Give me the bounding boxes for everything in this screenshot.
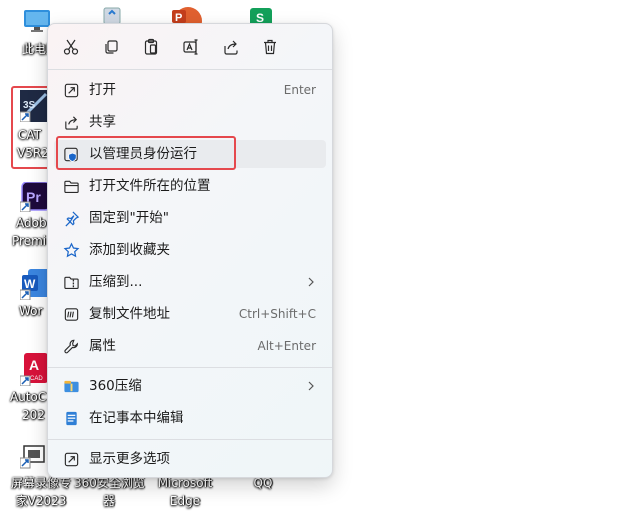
svg-text:W: W xyxy=(24,277,36,291)
notepad-icon xyxy=(62,409,80,427)
menu-item-label: 打开 xyxy=(89,82,116,98)
menu-item-label: 打开文件所在的位置 xyxy=(89,178,211,194)
clipboard-icon xyxy=(144,38,158,55)
open-icon xyxy=(62,81,80,99)
menu-item-open-file-location[interactable]: 打开文件所在的位置 xyxy=(54,172,326,200)
copy-icon xyxy=(105,40,118,54)
desktop-icon-label: Microsoft xyxy=(157,476,213,490)
menu-item-edit-in-notepad[interactable]: 在记事本中编辑 xyxy=(54,404,326,432)
pin-icon xyxy=(62,209,80,227)
share-icon xyxy=(62,113,80,131)
menu-item-add-to-favorites[interactable]: 添加到收藏夹 xyxy=(54,236,326,264)
desktop-icon-label: Premi xyxy=(12,234,47,248)
rename-icon xyxy=(183,39,198,55)
menu-item-shortcut: Ctrl+Shift+C xyxy=(238,307,316,321)
menu-item-label: 压缩到... xyxy=(89,274,143,290)
360-zip-icon xyxy=(62,377,80,395)
paste-button[interactable] xyxy=(137,34,165,60)
menu-item-compress-to[interactable]: 压缩到... xyxy=(54,268,326,296)
share-button[interactable] xyxy=(217,34,245,60)
more-options-icon xyxy=(62,450,80,468)
cut-button[interactable] xyxy=(57,34,85,60)
folder-icon xyxy=(62,177,80,195)
star-icon xyxy=(62,241,80,259)
desktop-icon-label: 屏幕录像专 xyxy=(10,476,71,490)
menu-item-properties[interactable]: 属性 Alt+Enter xyxy=(54,332,326,360)
context-menu-toolbar xyxy=(48,34,332,60)
desktop-icon-label: 器 xyxy=(102,494,115,508)
menu-item-label: 固定到"开始" xyxy=(89,210,169,226)
menu-item-copy-file-path[interactable]: 复制文件地址 Ctrl+Shift+C xyxy=(54,300,326,328)
menu-item-show-more-options[interactable]: 显示更多选项 xyxy=(54,445,326,473)
scissors-icon xyxy=(63,39,79,55)
chevron-right-icon xyxy=(308,381,314,391)
zip-icon xyxy=(62,273,80,291)
menu-item-shortcut: Enter xyxy=(283,83,316,97)
catia-icon: 3S xyxy=(20,90,50,122)
menu-separator xyxy=(48,69,332,70)
wps-sheet-icon[interactable]: S xyxy=(248,5,274,25)
svg-text:P: P xyxy=(175,12,182,23)
chevron-right-icon xyxy=(308,277,314,287)
svg-text:CAD: CAD xyxy=(30,376,43,382)
menu-item-open[interactable]: 打开 Enter xyxy=(54,76,326,104)
trash-icon xyxy=(264,39,276,55)
menu-item-label: 添加到收藏夹 xyxy=(89,242,170,258)
svg-text:3S: 3S xyxy=(23,100,36,111)
menu-item-label: 共享 xyxy=(89,114,116,130)
rename-button[interactable] xyxy=(177,34,205,60)
desktop-icon-label: 家V2023 xyxy=(15,494,67,508)
menu-item-share[interactable]: 共享 xyxy=(54,108,326,136)
menu-item-label: 360压缩 xyxy=(89,378,142,394)
copy-path-icon xyxy=(62,305,80,323)
menu-item-label: 属性 xyxy=(89,338,116,354)
menu-item-label: 复制文件地址 xyxy=(89,306,170,322)
menu-item-360-zip[interactable]: 360压缩 xyxy=(54,372,326,400)
context-menu: 打开 Enter 共享 以管理员身份运行 打开文件所在的位置 固定到"开始" 添… xyxy=(47,23,333,478)
menu-item-label: 在记事本中编辑 xyxy=(89,410,184,426)
delete-button[interactable] xyxy=(256,34,284,60)
menu-separator xyxy=(48,439,332,440)
desktop-icon-label: QQ xyxy=(253,476,273,490)
copy-button[interactable] xyxy=(97,34,125,60)
wrench-icon xyxy=(62,337,80,355)
menu-item-label: 显示更多选项 xyxy=(89,451,170,467)
desktop-icon-label: Edge xyxy=(169,494,201,508)
desktop-icon-label: 360安全浏览 xyxy=(74,476,145,490)
highlight-annotation xyxy=(56,136,236,170)
svg-text:A: A xyxy=(29,357,39,373)
desktop-icon-label: AutoC xyxy=(10,390,47,404)
screen-recorder-icon xyxy=(20,445,45,469)
menu-separator xyxy=(48,367,332,368)
share-icon xyxy=(224,40,238,55)
menu-item-pin-to-start[interactable]: 固定到"开始" xyxy=(54,204,326,232)
menu-item-shortcut: Alt+Enter xyxy=(257,339,316,353)
recycle-bin-icon[interactable] xyxy=(100,6,124,24)
powerpoint-icon[interactable]: P xyxy=(170,5,204,23)
